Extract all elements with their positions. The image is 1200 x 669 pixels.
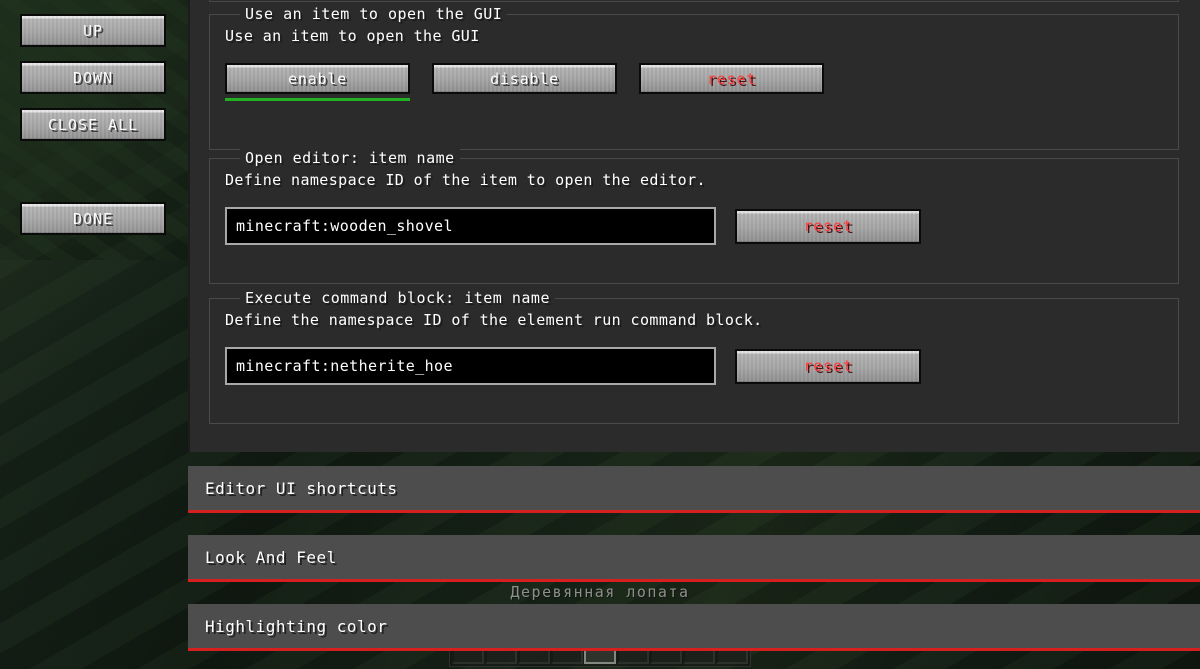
reset-option-wrap: reset [639,63,824,94]
done-button[interactable]: DONE [20,202,166,235]
config-panel: Use an item to open the GUI Use an item … [188,0,1200,452]
section-header-look-and-feel[interactable]: Look And Feel [188,535,1200,582]
close-all-button[interactable]: CLOSE ALL [20,108,166,141]
group-use-item-open-gui: Use an item to open the GUI Use an item … [209,5,1179,150]
section-header-editor-ui-shortcuts[interactable]: Editor UI shortcuts [188,466,1200,513]
up-button[interactable]: UP [20,14,166,47]
close-all-button-label: CLOSE ALL [47,115,139,134]
reset-button-label: reset [706,69,757,88]
reset-button-label: reset [803,357,853,375]
enable-button-label: enable [288,69,347,88]
section-title: Look And Feel [205,547,337,567]
group-description: Use an item to open the GUI [225,27,480,45]
execute-command-block-item-input[interactable] [225,347,716,385]
toggle-button-row: enable disable reset [225,63,1178,101]
disable-option-wrap: disable [432,63,617,94]
group-legend: Use an item to open the GUI [240,5,508,23]
field-row: reset [225,207,1178,245]
done-button-label: DONE [72,209,114,228]
group-legend: Open editor: item name [240,149,460,167]
enable-option-wrap: enable [225,63,410,101]
up-button-label: UP [82,21,104,40]
section-title: Editor UI shortcuts [205,478,398,498]
reset-button-label: reset [803,217,853,235]
open-editor-item-input[interactable] [225,207,716,245]
down-button-label: DOWN [72,68,114,87]
group-description: Define namespace ID of the item to open … [225,171,706,189]
group-description: Define the namespace ID of the element r… [225,311,763,329]
section-header-highlighting-color[interactable]: Highlighting color [188,604,1200,651]
field-row: reset [225,347,1178,385]
selected-indicator [225,98,410,101]
reset-button-gui[interactable]: reset [639,63,824,94]
down-button[interactable]: DOWN [20,61,166,94]
disable-button-label: disable [490,69,559,88]
section-title: Highlighting color [205,616,388,636]
disable-button[interactable]: disable [432,63,617,94]
group-execute-command-block-item-name: Execute command block: item name Define … [209,289,1179,424]
enable-button[interactable]: enable [225,63,410,94]
group-open-editor-item-name: Open editor: item name Define namespace … [209,149,1179,284]
previous-group-partial [209,0,1179,2]
sidebar: UP DOWN CLOSE ALL DONE [0,0,188,669]
reset-button-open-editor[interactable]: reset [735,208,921,244]
group-legend: Execute command block: item name [240,289,555,307]
reset-button-execute-command-block[interactable]: reset [735,348,921,384]
